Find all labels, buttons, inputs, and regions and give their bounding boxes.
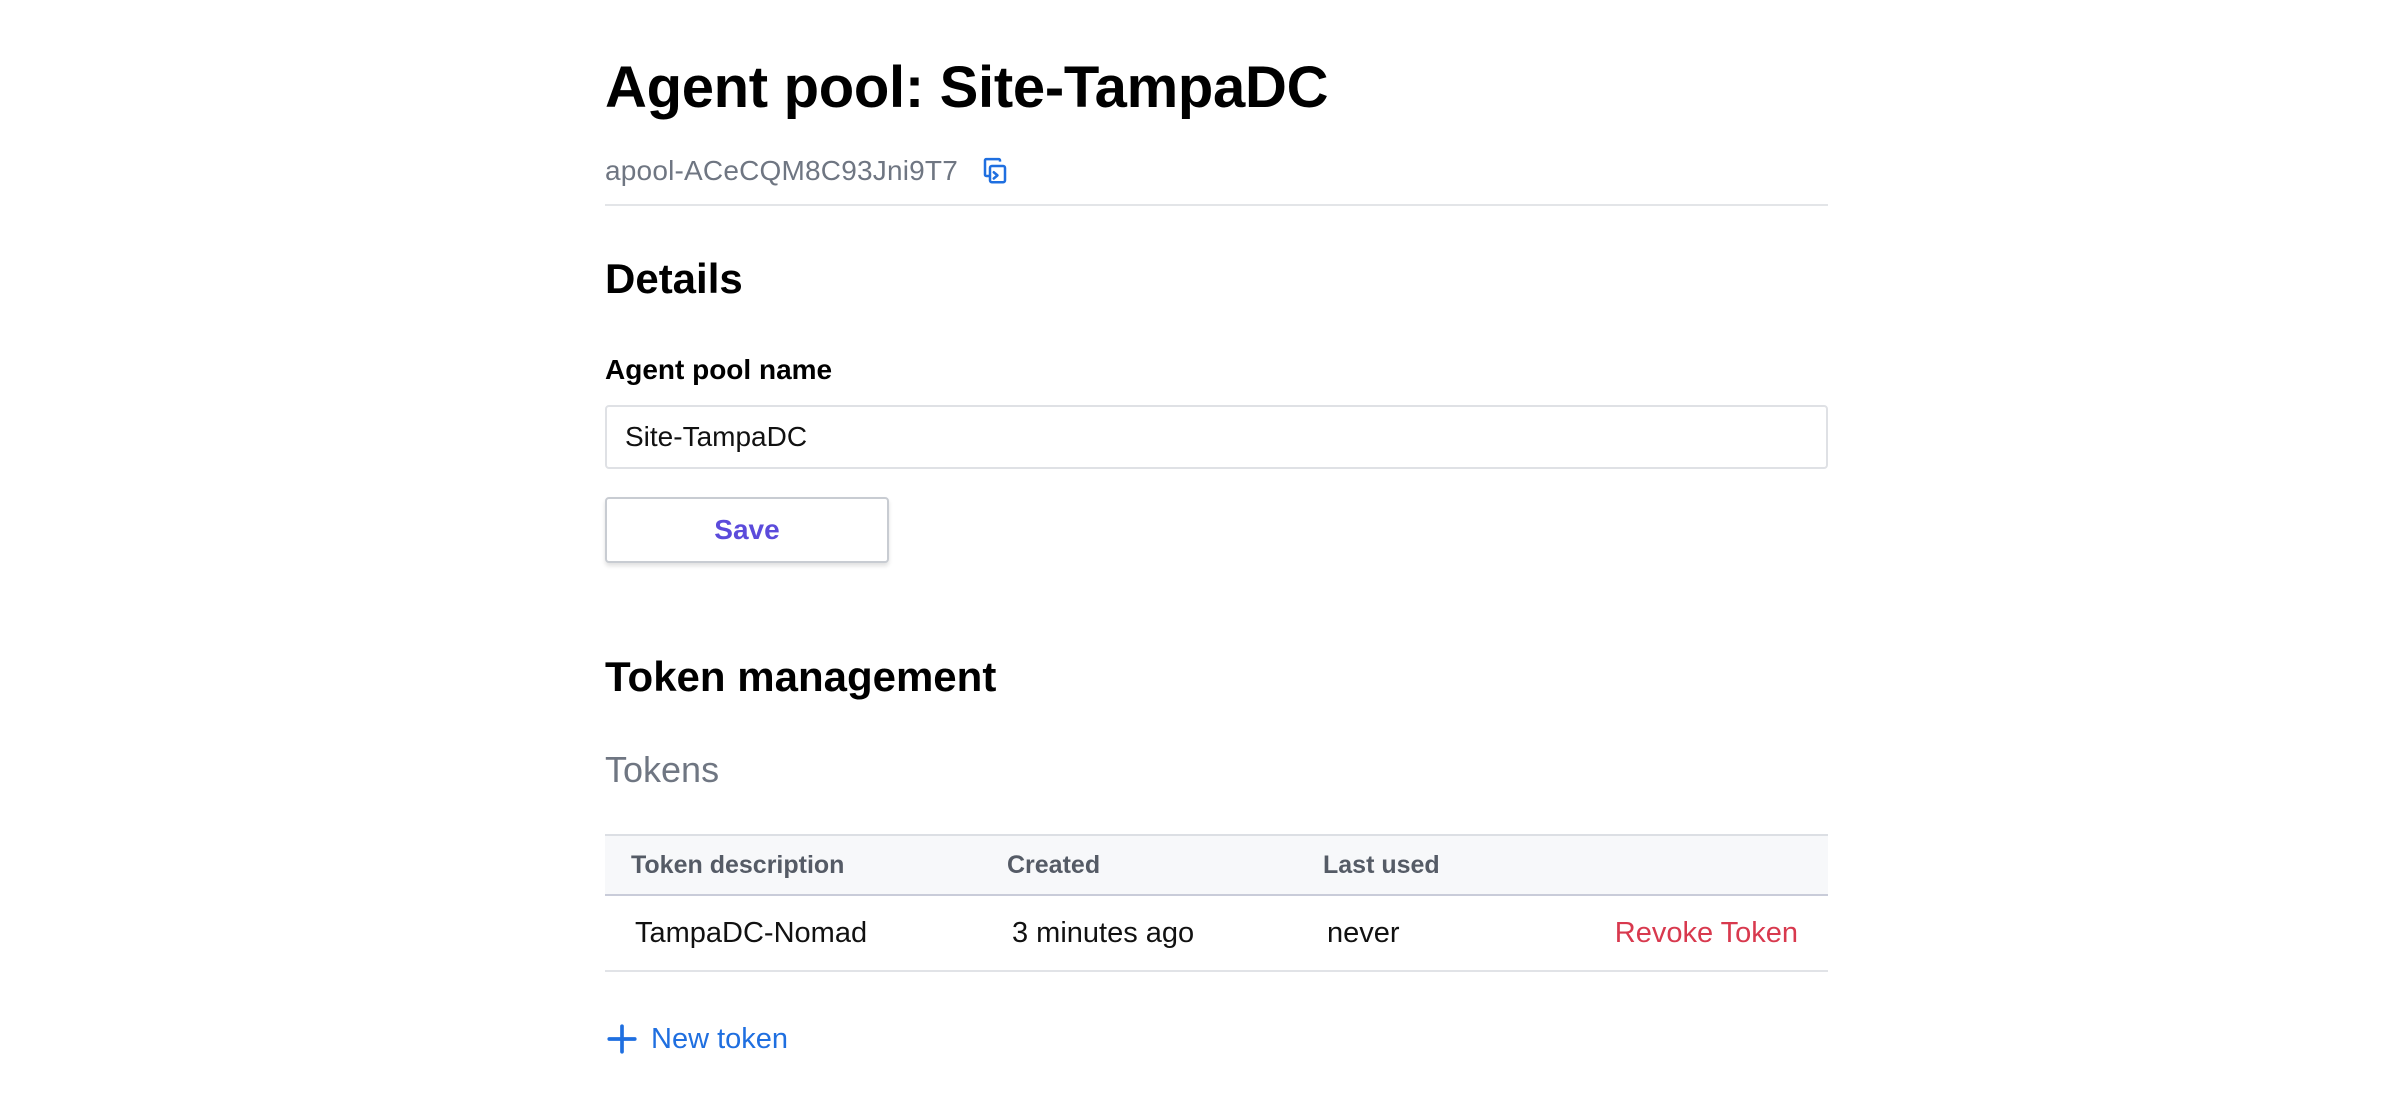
- save-button[interactable]: Save: [605, 497, 889, 563]
- pool-id-row: apool-ACeCQM8C93Jni9T7: [605, 150, 1012, 192]
- column-header-last-used: Last used: [1323, 851, 1440, 879]
- new-token-button[interactable]: New token: [605, 1017, 788, 1061]
- plus-icon: [607, 1024, 637, 1054]
- tokens-table-header: Token description Created Last used: [605, 834, 1828, 896]
- new-token-label: New token: [651, 1022, 789, 1055]
- table-row: TampaDC-Nomad 3 minutes ago never Revoke…: [605, 896, 1828, 972]
- agent-pool-name-label: Agent pool name: [605, 354, 833, 385]
- token-last-used-cell: never: [1327, 917, 1400, 949]
- token-created-cell: 3 minutes ago: [1012, 917, 1195, 949]
- tokens-subheading: Tokens: [605, 749, 720, 790]
- copy-id-button[interactable]: [978, 154, 1012, 188]
- copy-icon: [983, 157, 1007, 184]
- column-header-token-description: Token description: [631, 851, 845, 879]
- column-header-created: Created: [1007, 851, 1101, 879]
- agent-pool-name-input[interactable]: [605, 405, 1828, 469]
- tokens-table: Token description Created Last used Tamp…: [605, 834, 1828, 972]
- token-management-heading: Token management: [605, 653, 997, 700]
- details-heading: Details: [605, 255, 743, 302]
- pool-id: apool-ACeCQM8C93Jni9T7: [605, 155, 959, 186]
- page-title: Agent pool: Site-TampaDC: [605, 55, 1329, 120]
- revoke-token-button[interactable]: Revoke Token: [1615, 896, 1798, 970]
- token-description-cell: TampaDC-Nomad: [635, 917, 868, 949]
- header-divider: [605, 204, 1828, 206]
